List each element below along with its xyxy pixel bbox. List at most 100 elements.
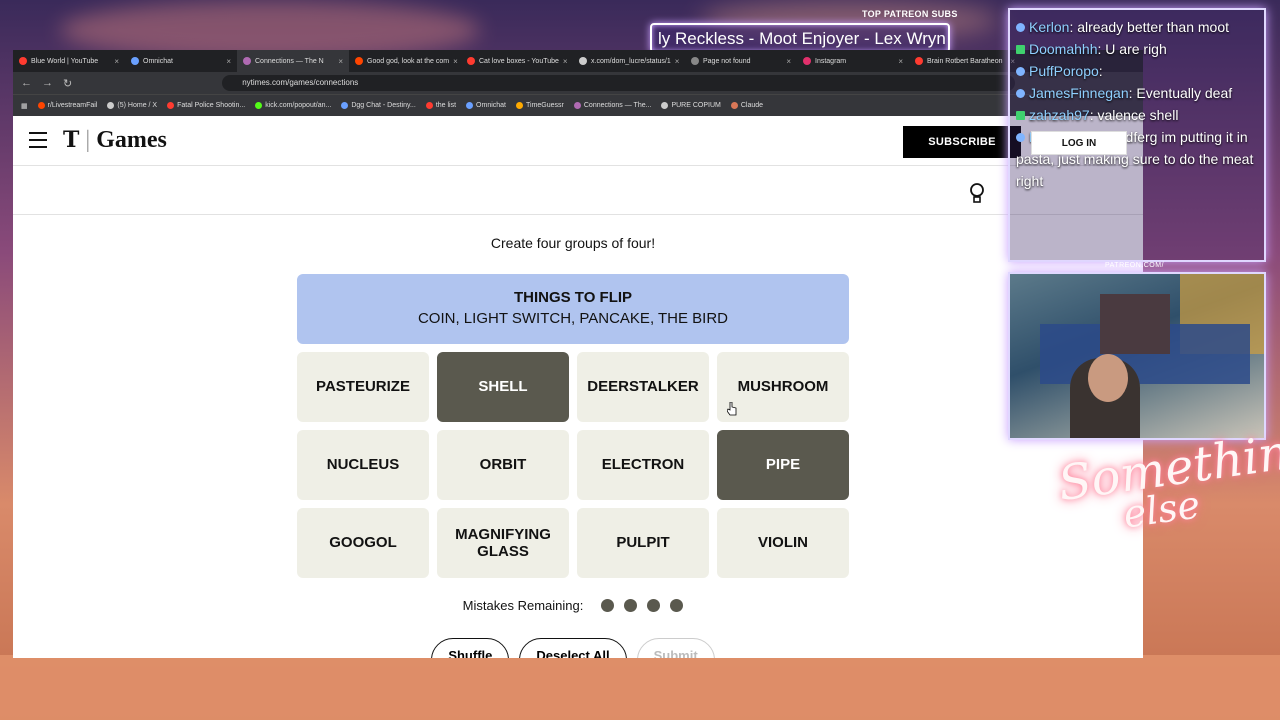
chat-message: PuffPoropo: [1016,60,1258,82]
bookmark-item[interactable]: (5) Home / X [107,102,157,109]
bookmark-item[interactable]: the list [425,102,456,109]
hint-lightbulb-icon[interactable] [969,183,985,205]
tab-favicon-icon [243,57,251,65]
chat-text: Eventually deaf [1136,85,1233,101]
bookmark-favicon-icon [516,102,524,109]
word-card[interactable]: NUCLEUS [297,430,429,500]
submit-button[interactable]: Submit [636,638,715,658]
bookmark-item[interactable]: TimeGuessr [516,102,564,109]
word-card[interactable]: ORBIT [437,430,569,500]
word-card[interactable]: PULPIT [577,508,709,578]
browser-tab[interactable]: Connections — The N × [237,50,349,72]
browser-tab[interactable]: Blue World | YouTube × [13,50,125,72]
word-grid: PASTEURIZE SHELL DEERSTALKER MUSHROOM NUCLEU… [297,352,849,578]
chat-badge-icon [1016,45,1025,54]
solved-group-members: COIN, LIGHT SWITCH, PANCAKE, THE BIRD [417,310,729,327]
chat-badge-icon [1016,133,1025,142]
browser-tab[interactable]: Good god, look at the com × [349,50,461,72]
bookmark-item[interactable]: r/LivestreamFail [37,102,97,109]
browser-tab[interactable]: Omnichat × [125,50,237,72]
bookmark-favicon-icon [37,102,45,109]
browser-tab[interactable]: Cat love boxes - YouTube × [461,50,573,72]
chat-text: valence shell [1097,107,1179,123]
login-button[interactable]: LOG IN [1031,131,1127,155]
tab-favicon-icon [691,57,699,65]
word-card[interactable]: VIOLIN [717,508,849,578]
chat-separator: : [1098,63,1103,79]
bookmark-item[interactable]: PURE COPIUM [661,102,721,109]
bookmark-item[interactable]: kick.com/popout/an... [255,102,331,109]
bookmark-item[interactable]: Claude [730,102,763,109]
mistakes-remaining: Mistakes Remaining: [13,598,1133,613]
tab-favicon-icon [467,57,475,65]
bookmark-label: Fatal Police Shootin... [177,102,246,109]
bookmark-item[interactable]: Connections — The... [573,102,652,109]
chat-username[interactable]: JamesFinnegan [1029,85,1129,101]
bookmark-favicon-icon [167,102,175,109]
browser-tab[interactable]: Instagram × [797,50,909,72]
word-card[interactable]: PIPE [717,430,849,500]
mistake-dot [601,599,615,612]
bookmark-label: Connections — The... [583,102,652,109]
url-field[interactable]: nytimes.com/games/connections [222,75,1015,91]
tab-label: Blue World | YouTube [31,57,99,65]
close-tab-icon[interactable]: × [786,57,791,66]
browser-tab[interactable]: Page not found × [685,50,797,72]
bookmark-label: Dgg Chat - Destiny... [351,102,416,109]
game-toolbar [13,167,1143,215]
close-tab-icon[interactable]: × [563,57,568,66]
word-card[interactable]: PASTEURIZE [297,352,429,422]
close-tab-icon[interactable]: × [453,57,458,66]
word-card[interactable]: DEERSTALKER [577,352,709,422]
bookmark-favicon-icon [573,102,581,109]
tab-label: Cat love boxes - YouTube [479,57,559,65]
deselect-all-button[interactable]: Deselect All [519,638,627,658]
word-card[interactable]: SHELL [437,352,569,422]
nyt-games-logo[interactable]: T | Games [63,127,167,154]
tab-label: Brain Rotbert Baratheon [927,57,1003,65]
bookmark-item[interactable]: Dgg Chat - Destiny... [341,102,416,109]
bookmark-label: TimeGuessr [526,102,564,109]
shuffle-button[interactable]: Shuffle [431,638,510,658]
word-card[interactable]: ELECTRON [577,430,709,500]
tab-label: Page not found [703,57,751,65]
chat-separator: : [1089,107,1098,123]
word-card[interactable]: GOOGOL [297,508,429,578]
bookmark-item[interactable]: Fatal Police Shootin... [167,102,245,109]
subscribe-button[interactable]: SUBSCRIBE [903,126,1021,158]
chat-message: zahzah97: valence shell [1016,104,1258,126]
close-tab-icon[interactable]: × [226,57,231,66]
menu-icon[interactable] [29,132,47,148]
chat-username[interactable]: PuffPoropo [1029,63,1099,79]
close-tab-icon[interactable]: × [898,57,903,66]
game-instructions: Create four groups of four! [490,235,656,251]
mistake-dot [647,599,661,612]
close-tab-icon[interactable]: × [675,57,680,66]
chat-username[interactable]: Kerlon [1029,19,1069,35]
close-tab-icon[interactable]: × [114,57,119,66]
back-icon[interactable]: ← [21,77,32,89]
reload-icon[interactable]: ↻ [63,77,72,90]
bookmark-favicon-icon [255,102,263,109]
tab-label: Omnichat [143,57,173,65]
mouse-pointer-icon [727,402,737,416]
chat-badge-icon [1016,67,1025,76]
close-tab-icon[interactable]: × [338,57,343,66]
address-bar-row: ← → ↻ nytimes.com/games/connections [13,72,1143,94]
tab-favicon-icon [579,57,587,65]
bookmarks-bar: ▦ r/LivestreamFail (5) Home / X Fatal Poli… [13,94,1143,116]
chat-badge-icon [1016,111,1025,120]
chat-text: U are righ [1105,41,1167,57]
browser-tab[interactable]: x.com/dom_lucre/status/1 × [573,50,685,72]
browser-tab[interactable]: Brain Rotbert Baratheon × [909,50,1021,72]
bookmark-item[interactable]: Omnichat [466,102,506,109]
word-card[interactable]: MAGNIFYING GLASS [437,508,569,578]
patreon-link-label: PATREON.COM/ [1105,262,1165,269]
bookmark-label: (5) Home / X [117,102,158,109]
chat-username[interactable]: Doomahhh [1029,41,1098,57]
bookmark-favicon-icon [107,102,115,109]
chat-username[interactable]: zahzah97 [1029,107,1090,123]
apps-grid-icon[interactable]: ▦ [21,102,28,110]
bookmark-label: kick.com/popout/an... [265,102,332,109]
forward-icon[interactable]: → [42,77,53,89]
